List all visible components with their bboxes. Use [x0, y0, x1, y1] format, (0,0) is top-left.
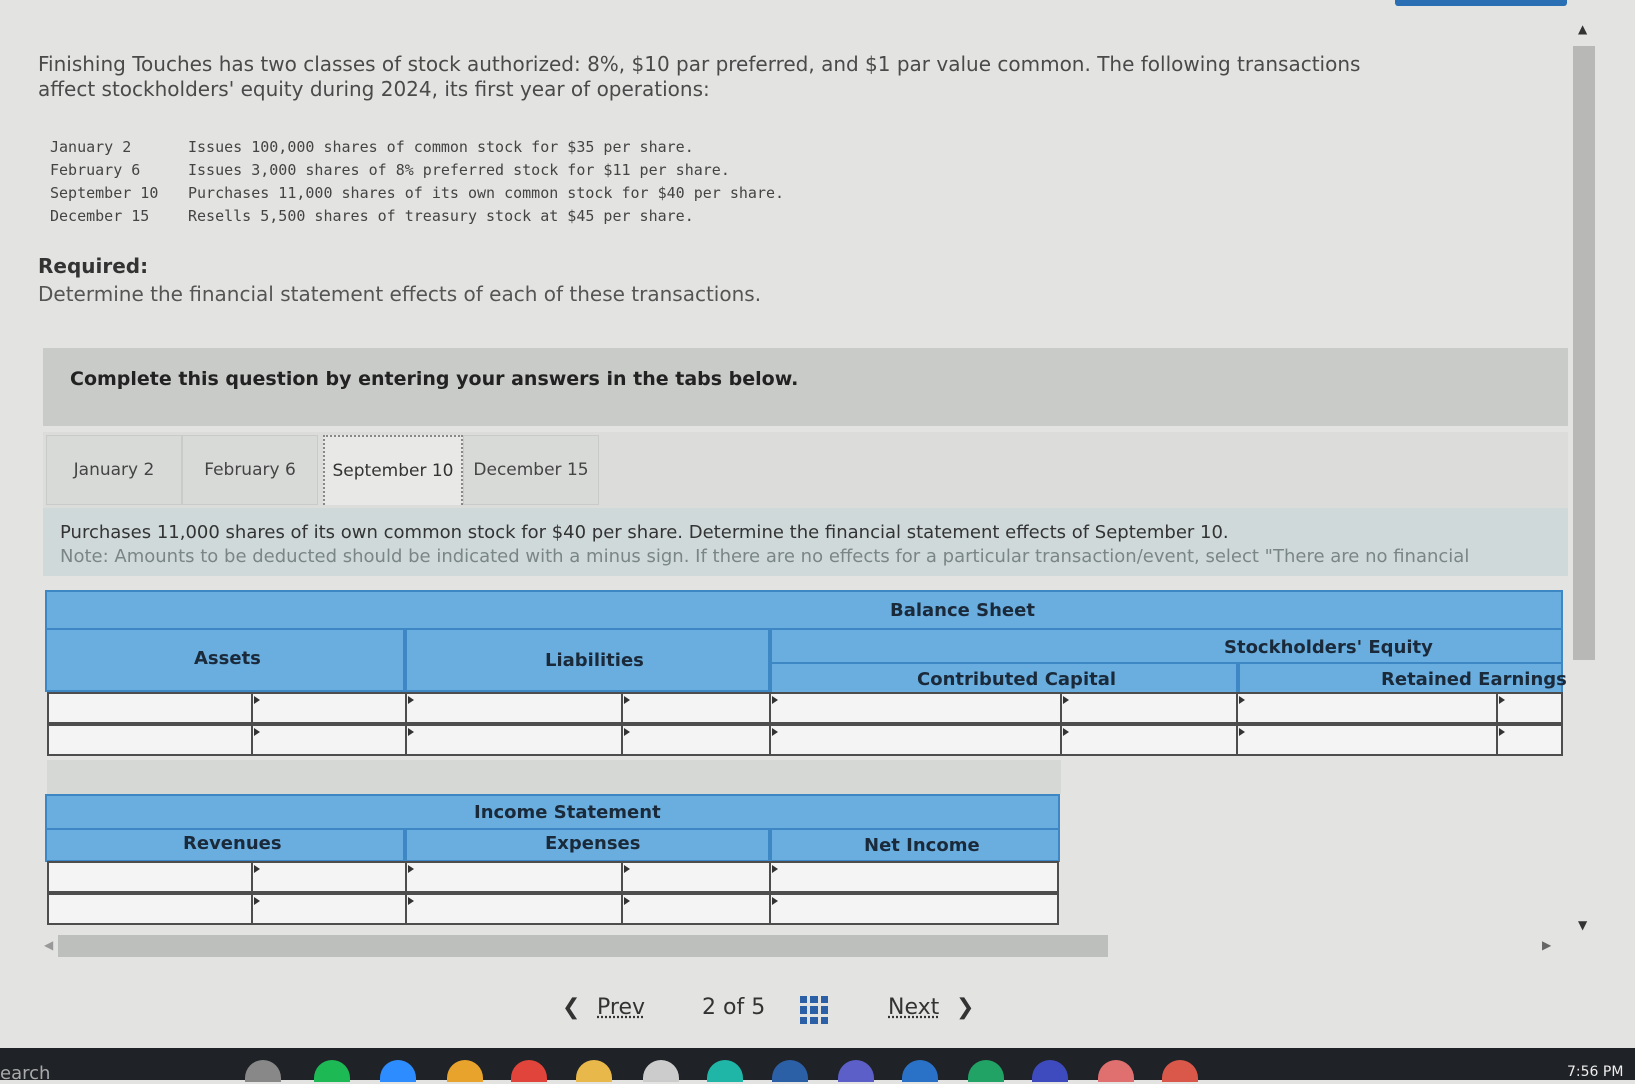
tab-strip: January 2 February 6 September 10 Decemb… — [43, 432, 1568, 510]
transaction-row: January 2 Issues 100,000 shares of common… — [50, 136, 784, 159]
income-statement-header: Income Statement — [45, 794, 1060, 830]
expenses-amount-input[interactable] — [621, 893, 771, 925]
revenues-amount-input[interactable] — [251, 893, 407, 925]
expenses-label: Expenses — [545, 833, 641, 854]
transaction-date: January 2 — [50, 138, 132, 156]
net-income-label: Net Income — [864, 835, 980, 856]
expenses-account-select[interactable] — [405, 861, 623, 893]
transaction-row: December 15 Resells 5,500 shares of treas… — [50, 205, 784, 228]
scroll-right-arrow-icon[interactable]: ▶ — [1542, 938, 1551, 952]
question-note: Note: Amounts to be deducted should be i… — [60, 546, 1470, 567]
transaction-date: December 15 — [50, 207, 150, 225]
contributed-capital-amount-input[interactable] — [1060, 724, 1238, 756]
vertical-scrollbar[interactable] — [1573, 46, 1595, 660]
taskbar-search[interactable]: earch — [0, 1063, 50, 1084]
assets-amount-input[interactable] — [251, 724, 407, 756]
contributed-capital-amount-input[interactable] — [1060, 692, 1238, 724]
retained-earnings-account-select[interactable] — [1236, 724, 1498, 756]
instructions-banner: Complete this question by entering your … — [43, 348, 1568, 426]
liabilities-account-select[interactable] — [405, 692, 623, 724]
next-button[interactable]: Next — [888, 995, 939, 1020]
liabilities-label: Liabilities — [545, 650, 644, 671]
table-spacer — [47, 760, 1061, 794]
transaction-list: January 2 Issues 100,000 shares of common… — [50, 136, 784, 228]
scroll-left-arrow-icon[interactable]: ◀ — [44, 938, 53, 952]
revenues-account-select[interactable] — [47, 861, 253, 893]
transaction-row: September 10 Purchases 11,000 shares of i… — [50, 182, 784, 205]
net-income-header: Net Income — [770, 828, 1060, 862]
assets-account-select[interactable] — [47, 724, 253, 756]
liabilities-account-select[interactable] — [405, 724, 623, 756]
contributed-capital-header: Contributed Capital — [770, 662, 1238, 696]
retained-earnings-label: Retained Earnings — [1381, 669, 1567, 690]
required-text: Determine the financial statement effect… — [38, 282, 762, 306]
revenues-header: Revenues — [45, 828, 405, 862]
transaction-text: Issues 100,000 shares of common stock fo… — [188, 138, 694, 156]
banner-text: Complete this question by entering your … — [70, 368, 799, 390]
next-chevron-icon[interactable]: ❯ — [956, 995, 974, 1020]
transaction-date: September 10 — [50, 184, 159, 202]
liabilities-header: Liabilities — [405, 628, 770, 692]
top-accent-bar — [1395, 0, 1567, 6]
problem-intro: Finishing Touches has two classes of sto… — [38, 52, 1361, 101]
assets-amount-input[interactable] — [251, 692, 407, 724]
transaction-row: February 6 Issues 3,000 shares of 8% pref… — [50, 159, 784, 182]
assets-label: Assets — [194, 648, 261, 669]
scroll-up-arrow-icon[interactable]: ▲ — [1578, 22, 1587, 36]
transaction-text: Purchases 11,000 shares of its own commo… — [188, 184, 785, 202]
stockholders-equity-label: Stockholders' Equity — [1224, 637, 1433, 658]
prev-chevron-icon[interactable]: ❮ — [562, 995, 580, 1020]
liabilities-amount-input[interactable] — [621, 724, 771, 756]
transaction-date: February 6 — [50, 161, 141, 179]
required-heading: Required: — [38, 254, 149, 278]
tab-september-10[interactable]: September 10 — [323, 435, 463, 505]
tab-february-6[interactable]: February 6 — [182, 435, 318, 505]
retained-earnings-amount-input[interactable] — [1496, 724, 1563, 756]
balance-sheet-title: Balance Sheet — [890, 600, 1035, 621]
tab-december-15[interactable]: December 15 — [463, 435, 599, 505]
contributed-capital-account-select[interactable] — [769, 692, 1062, 724]
horizontal-scrollbar[interactable] — [58, 935, 1108, 957]
expenses-account-select[interactable] — [405, 893, 623, 925]
tab-january-2[interactable]: January 2 — [46, 435, 182, 505]
taskbar-clock: 7:56 PM — [1567, 1064, 1624, 1080]
transaction-text: Resells 5,500 shares of treasury stock a… — [188, 207, 694, 225]
revenues-account-select[interactable] — [47, 893, 253, 925]
stockholders-equity-header: Stockholders' Equity — [770, 628, 1563, 664]
income-statement-title: Income Statement — [474, 802, 661, 823]
page-indicator: 2 of 5 — [702, 995, 766, 1020]
net-income-input[interactable] — [769, 861, 1059, 893]
retained-earnings-header: Retained Earnings — [1238, 662, 1567, 696]
expenses-header: Expenses — [405, 828, 770, 862]
scroll-down-arrow-icon[interactable]: ▼ — [1578, 918, 1587, 932]
contributed-capital-label: Contributed Capital — [917, 669, 1117, 690]
balance-sheet-header: Balance Sheet — [45, 590, 1563, 630]
transaction-text: Issues 3,000 shares of 8% preferred stoc… — [188, 161, 730, 179]
net-income-input[interactable] — [769, 893, 1059, 925]
assets-account-select[interactable] — [47, 692, 253, 724]
question-grid-icon[interactable] — [800, 996, 828, 1024]
question-text: Purchases 11,000 shares of its own commo… — [60, 522, 1229, 543]
expenses-amount-input[interactable] — [621, 861, 771, 893]
retained-earnings-account-select[interactable] — [1236, 692, 1498, 724]
question-box: Purchases 11,000 shares of its own commo… — [43, 508, 1568, 576]
assets-header: Assets — [45, 628, 405, 692]
prev-button[interactable]: Prev — [597, 995, 645, 1020]
revenues-amount-input[interactable] — [251, 861, 407, 893]
liabilities-amount-input[interactable] — [621, 692, 771, 724]
contributed-capital-account-select[interactable] — [769, 724, 1062, 756]
retained-earnings-amount-input[interactable] — [1496, 692, 1563, 724]
revenues-label: Revenues — [183, 833, 282, 854]
